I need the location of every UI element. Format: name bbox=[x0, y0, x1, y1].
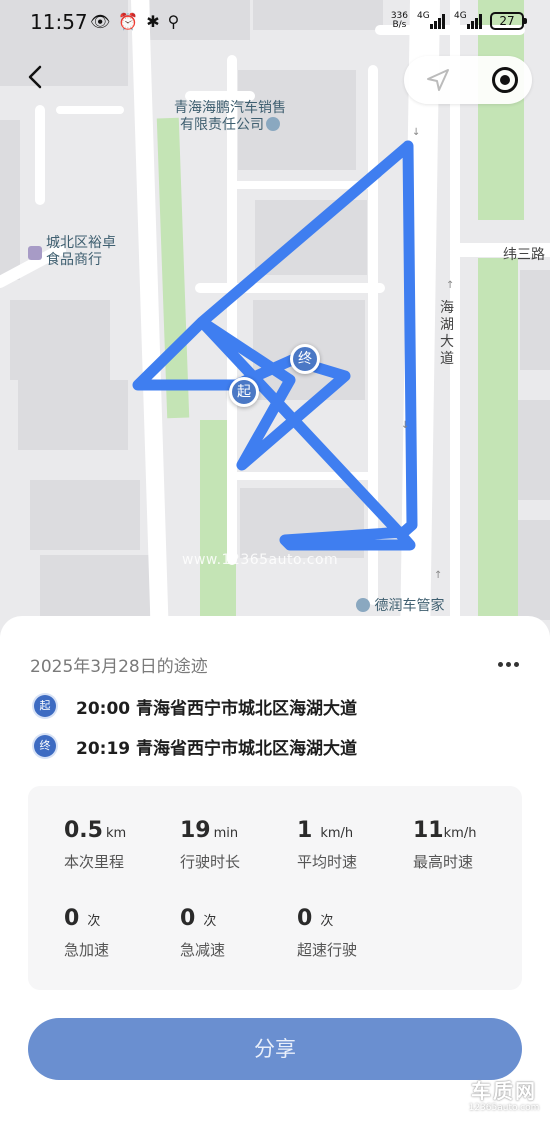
location-pin-icon: ⚲ bbox=[167, 12, 180, 31]
stat-max-speed-unit: km/h bbox=[443, 826, 477, 841]
stat-hard-accel: 0次 急加速 bbox=[64, 906, 174, 960]
more-dot-icon bbox=[506, 661, 511, 667]
stat-hard-brake-unit: 次 bbox=[203, 914, 217, 929]
net-speed-unit: B/s bbox=[392, 20, 407, 30]
poi-company-label[interactable]: 青海海鹏汽车销售 有限责任公司 bbox=[174, 100, 286, 134]
stat-speeding-value: 0 bbox=[297, 906, 313, 931]
battery-icon: 27 bbox=[490, 12, 527, 30]
net-speed: 336 B/s bbox=[391, 12, 408, 30]
brand-watermark-url: 12365auto.com bbox=[468, 1103, 540, 1113]
stat-distance: 0.5 km 本次里程 bbox=[64, 818, 174, 872]
status-right: 336 B/s 4G 4G 27 bbox=[391, 11, 527, 30]
svg-text:↑: ↑ bbox=[446, 280, 454, 291]
stat-speeding-label: 超速行驶 bbox=[297, 941, 358, 959]
stat-speeding: 0次 超速行驶 bbox=[297, 906, 407, 960]
brand-watermark: 车质网 12365auto.com bbox=[460, 1080, 548, 1120]
stat-max-speed-value: 11 bbox=[413, 818, 444, 843]
repair-icon bbox=[356, 598, 370, 612]
end-point-row: 终 20:19 青海省西宁市城北区海湖大道 bbox=[34, 733, 357, 759]
locate-target-icon[interactable] bbox=[492, 67, 518, 93]
stat-hard-brake-label: 急减速 bbox=[180, 941, 226, 959]
signal-1-label: 4G bbox=[417, 11, 430, 21]
stat-max-speed-label: 最高时速 bbox=[413, 853, 474, 871]
status-time: 11:57 bbox=[30, 10, 88, 34]
road-label-haihu: 海湖大道 bbox=[440, 300, 454, 367]
stat-avg-speed-value: 1 bbox=[297, 818, 313, 843]
signal-2-label: 4G bbox=[454, 11, 467, 21]
navigation-arrow-icon[interactable] bbox=[424, 66, 452, 94]
stat-hard-brake: 0次 急减速 bbox=[180, 906, 290, 960]
repair-icon bbox=[266, 117, 280, 131]
end-marker[interactable]: 终 bbox=[290, 344, 320, 374]
stat-duration-label: 行驶时长 bbox=[180, 853, 241, 871]
start-point-text: 20:00 青海省西宁市城北区海湖大道 bbox=[76, 698, 358, 719]
status-bar: 11:57 👁 ⏰ ✱ ⚲ 336 B/s 4G 4G 27 bbox=[0, 0, 550, 46]
start-point-row: 起 20:00 青海省西宁市城北区海湖大道 bbox=[34, 693, 357, 719]
stat-duration-value: 19 bbox=[180, 818, 211, 843]
end-point-text: 20:19 青海省西宁市城北区海湖大道 bbox=[76, 738, 358, 759]
stat-hard-accel-label: 急加速 bbox=[64, 941, 110, 959]
stat-hard-brake-value: 0 bbox=[180, 906, 196, 931]
stat-distance-unit: km bbox=[105, 826, 127, 841]
signal-icon-1: 4G bbox=[417, 11, 445, 29]
alarm-icon: ⏰ bbox=[118, 12, 139, 31]
start-marker[interactable]: 起 bbox=[229, 377, 259, 407]
start-badge: 起 bbox=[34, 695, 56, 717]
map-controls bbox=[404, 56, 532, 104]
signal-icon-2: 4G bbox=[454, 11, 482, 29]
shop-icon bbox=[28, 246, 42, 260]
svg-text:↓: ↓ bbox=[412, 127, 420, 138]
eye-icon: 👁 bbox=[90, 12, 111, 31]
more-button[interactable] bbox=[498, 654, 524, 674]
share-button[interactable]: 分享 bbox=[28, 1018, 522, 1080]
poi-shop-label[interactable]: 城北区裕卓 食品商行 bbox=[46, 235, 116, 269]
brand-watermark-name: 车质网 bbox=[471, 1079, 537, 1103]
stat-duration: 19 min 行驶时长 bbox=[180, 818, 290, 872]
stat-hard-accel-unit: 次 bbox=[87, 914, 101, 929]
svg-text:↓: ↓ bbox=[401, 420, 409, 431]
site-watermark: www.12365auto.com bbox=[182, 552, 339, 568]
end-badge: 终 bbox=[34, 735, 56, 757]
stat-max-speed: 11km/h 最高时速 bbox=[413, 818, 523, 872]
road-label-weisan: 纬三路 bbox=[503, 247, 545, 263]
more-dot-icon bbox=[514, 661, 519, 667]
bluetooth-icon: ✱ bbox=[146, 12, 160, 31]
stat-distance-value: 0.5 bbox=[64, 818, 103, 843]
more-dot-icon bbox=[498, 661, 503, 667]
poi-derun-text: 德润车管家 bbox=[374, 598, 445, 614]
trip-stats-card: 0.5 km 本次里程 19 min 行驶时长 1 km/h 平均时速 11km/h … bbox=[28, 786, 522, 990]
stat-distance-label: 本次里程 bbox=[64, 853, 125, 871]
trip-title: 2025年3月28日的途迹 bbox=[30, 657, 208, 677]
stat-avg-speed: 1 km/h 平均时速 bbox=[297, 818, 407, 872]
status-icons: 👁 ⏰ ✱ ⚲ bbox=[90, 12, 179, 31]
back-button[interactable] bbox=[24, 62, 58, 98]
chevron-left-icon bbox=[28, 65, 42, 89]
stat-duration-unit: min bbox=[213, 826, 239, 841]
stat-hard-accel-value: 0 bbox=[64, 906, 80, 931]
stat-speeding-unit: 次 bbox=[320, 914, 334, 929]
svg-text:↑: ↑ bbox=[434, 570, 442, 581]
stat-avg-speed-label: 平均时速 bbox=[297, 853, 358, 871]
stat-avg-speed-unit: km/h bbox=[320, 826, 354, 841]
poi-derun-label[interactable]: 德润车管家 bbox=[354, 598, 444, 615]
trip-panel: 2025年3月28日的途迹 起 20:00 青海省西宁市城北区海湖大道 终 20… bbox=[0, 616, 550, 1122]
